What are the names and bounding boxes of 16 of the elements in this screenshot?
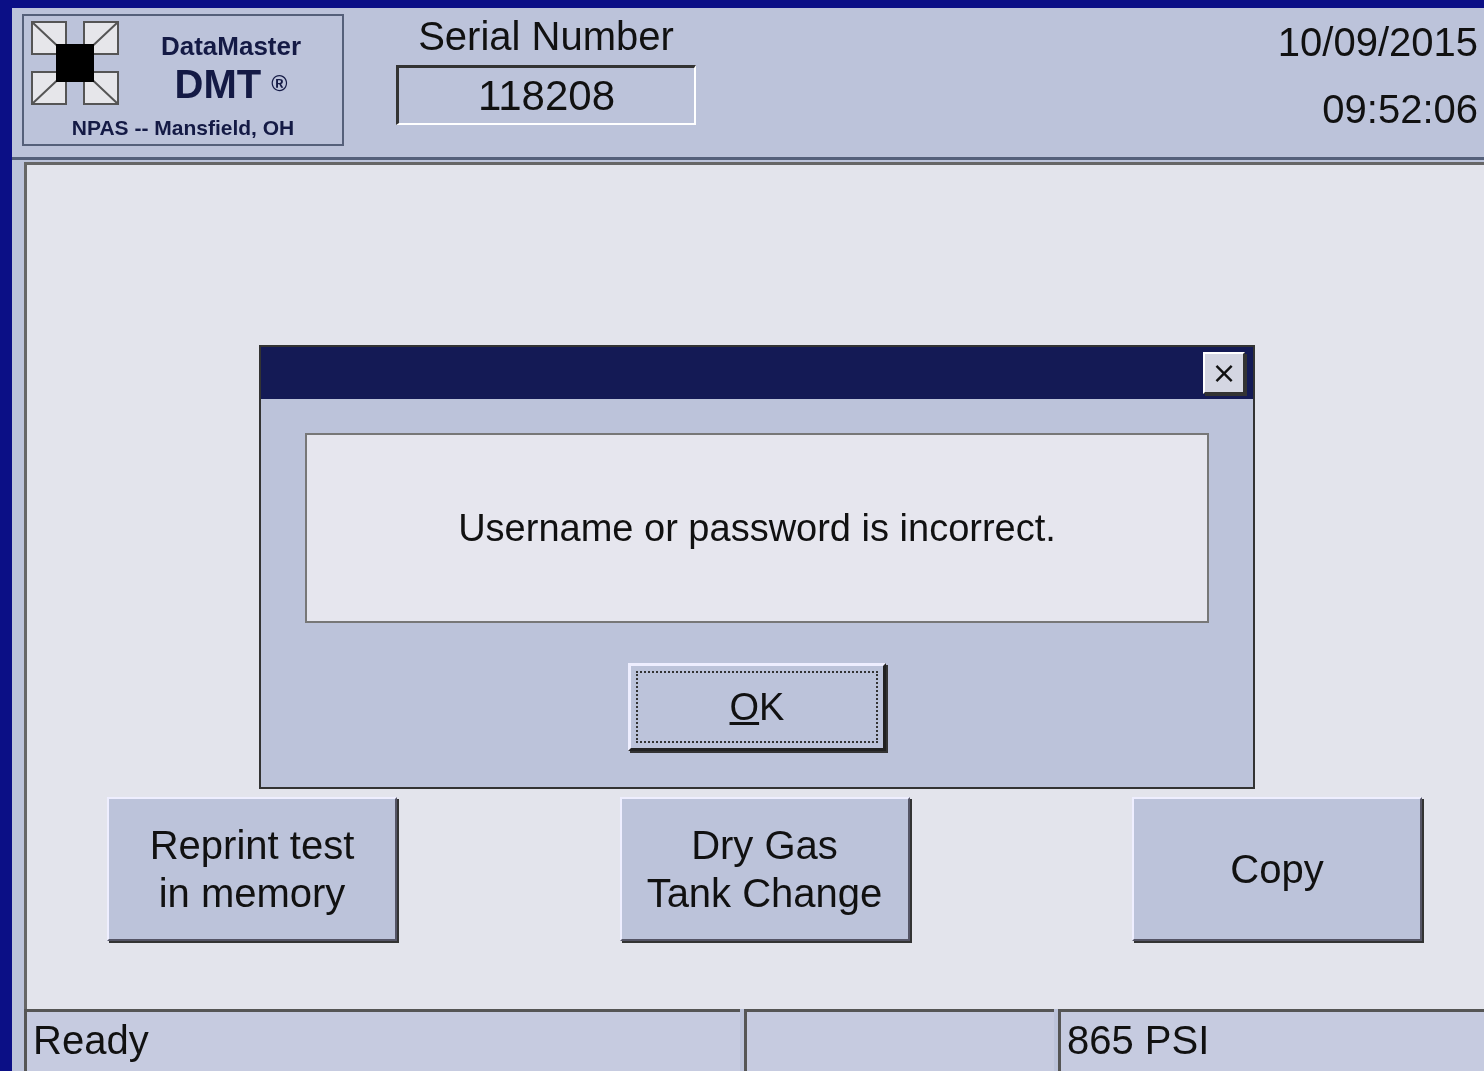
location-text: NPAS -- Mansfield, OH — [70, 116, 296, 140]
product-name: DataMaster — [160, 30, 302, 62]
model-name: DMT ® — [174, 61, 288, 106]
serial-label: Serial Number — [418, 14, 674, 59]
ok-button[interactable]: OK — [628, 663, 886, 751]
pressure-reading: 865 PSI — [1058, 1009, 1484, 1071]
close-button[interactable]: × — [1203, 352, 1245, 394]
menu-button[interactable]: Copy — [1132, 797, 1422, 941]
date-text: 10/09/2015 — [1277, 20, 1478, 65]
menu-button[interactable]: Dry Gas Tank Change — [619, 797, 910, 941]
menu-button[interactable]: Reprint test in memory — [107, 797, 397, 941]
logo-icon — [30, 20, 120, 106]
error-message: Username or password is incorrect. — [305, 433, 1209, 623]
serial-number-field: 118208 — [396, 65, 696, 125]
time-text: 09:52:06 — [1322, 87, 1478, 132]
status-message: Ready — [24, 1009, 740, 1071]
